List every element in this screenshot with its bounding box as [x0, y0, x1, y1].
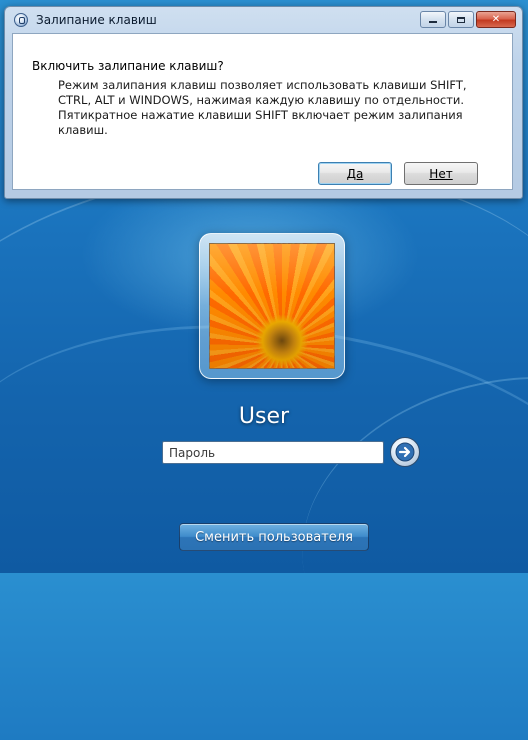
user-avatar-frame[interactable] — [199, 233, 345, 379]
submit-button[interactable] — [390, 437, 420, 467]
title-bar[interactable]: Залипание клавиш ✕ — [5, 7, 522, 33]
minimize-icon — [429, 21, 437, 23]
switch-user-button[interactable]: Сменить пользователя — [179, 523, 369, 551]
avatar — [209, 243, 335, 369]
dialog-question: Включить залипание клавиш? — [32, 59, 224, 73]
yes-button-label: Да — [346, 166, 364, 181]
caption-buttons: ✕ — [420, 11, 516, 28]
arrow-right-icon — [395, 442, 415, 462]
wallpaper-streak — [0, 133, 528, 629]
dialog-content: Включить залипание клавиш? Режим залипан… — [12, 33, 513, 190]
dialog-title: Залипание клавиш — [36, 13, 157, 27]
username-label: User — [238, 404, 290, 429]
no-button-label: Нет — [429, 166, 453, 181]
close-icon: ✕ — [491, 14, 501, 25]
no-button[interactable]: Нет — [404, 162, 478, 185]
close-button[interactable]: ✕ — [476, 11, 516, 28]
dialog-description: Режим залипания клавиш позволяет использ… — [58, 78, 467, 137]
minimize-button[interactable] — [420, 11, 446, 28]
password-field[interactable] — [162, 441, 384, 464]
sticky-keys-dialog: Залипание клавиш ✕ Включить залипание кл… — [4, 6, 523, 199]
yes-button[interactable]: Да — [318, 162, 392, 185]
accessibility-icon — [14, 13, 28, 27]
maximize-icon — [457, 16, 465, 23]
maximize-button[interactable] — [448, 11, 474, 28]
